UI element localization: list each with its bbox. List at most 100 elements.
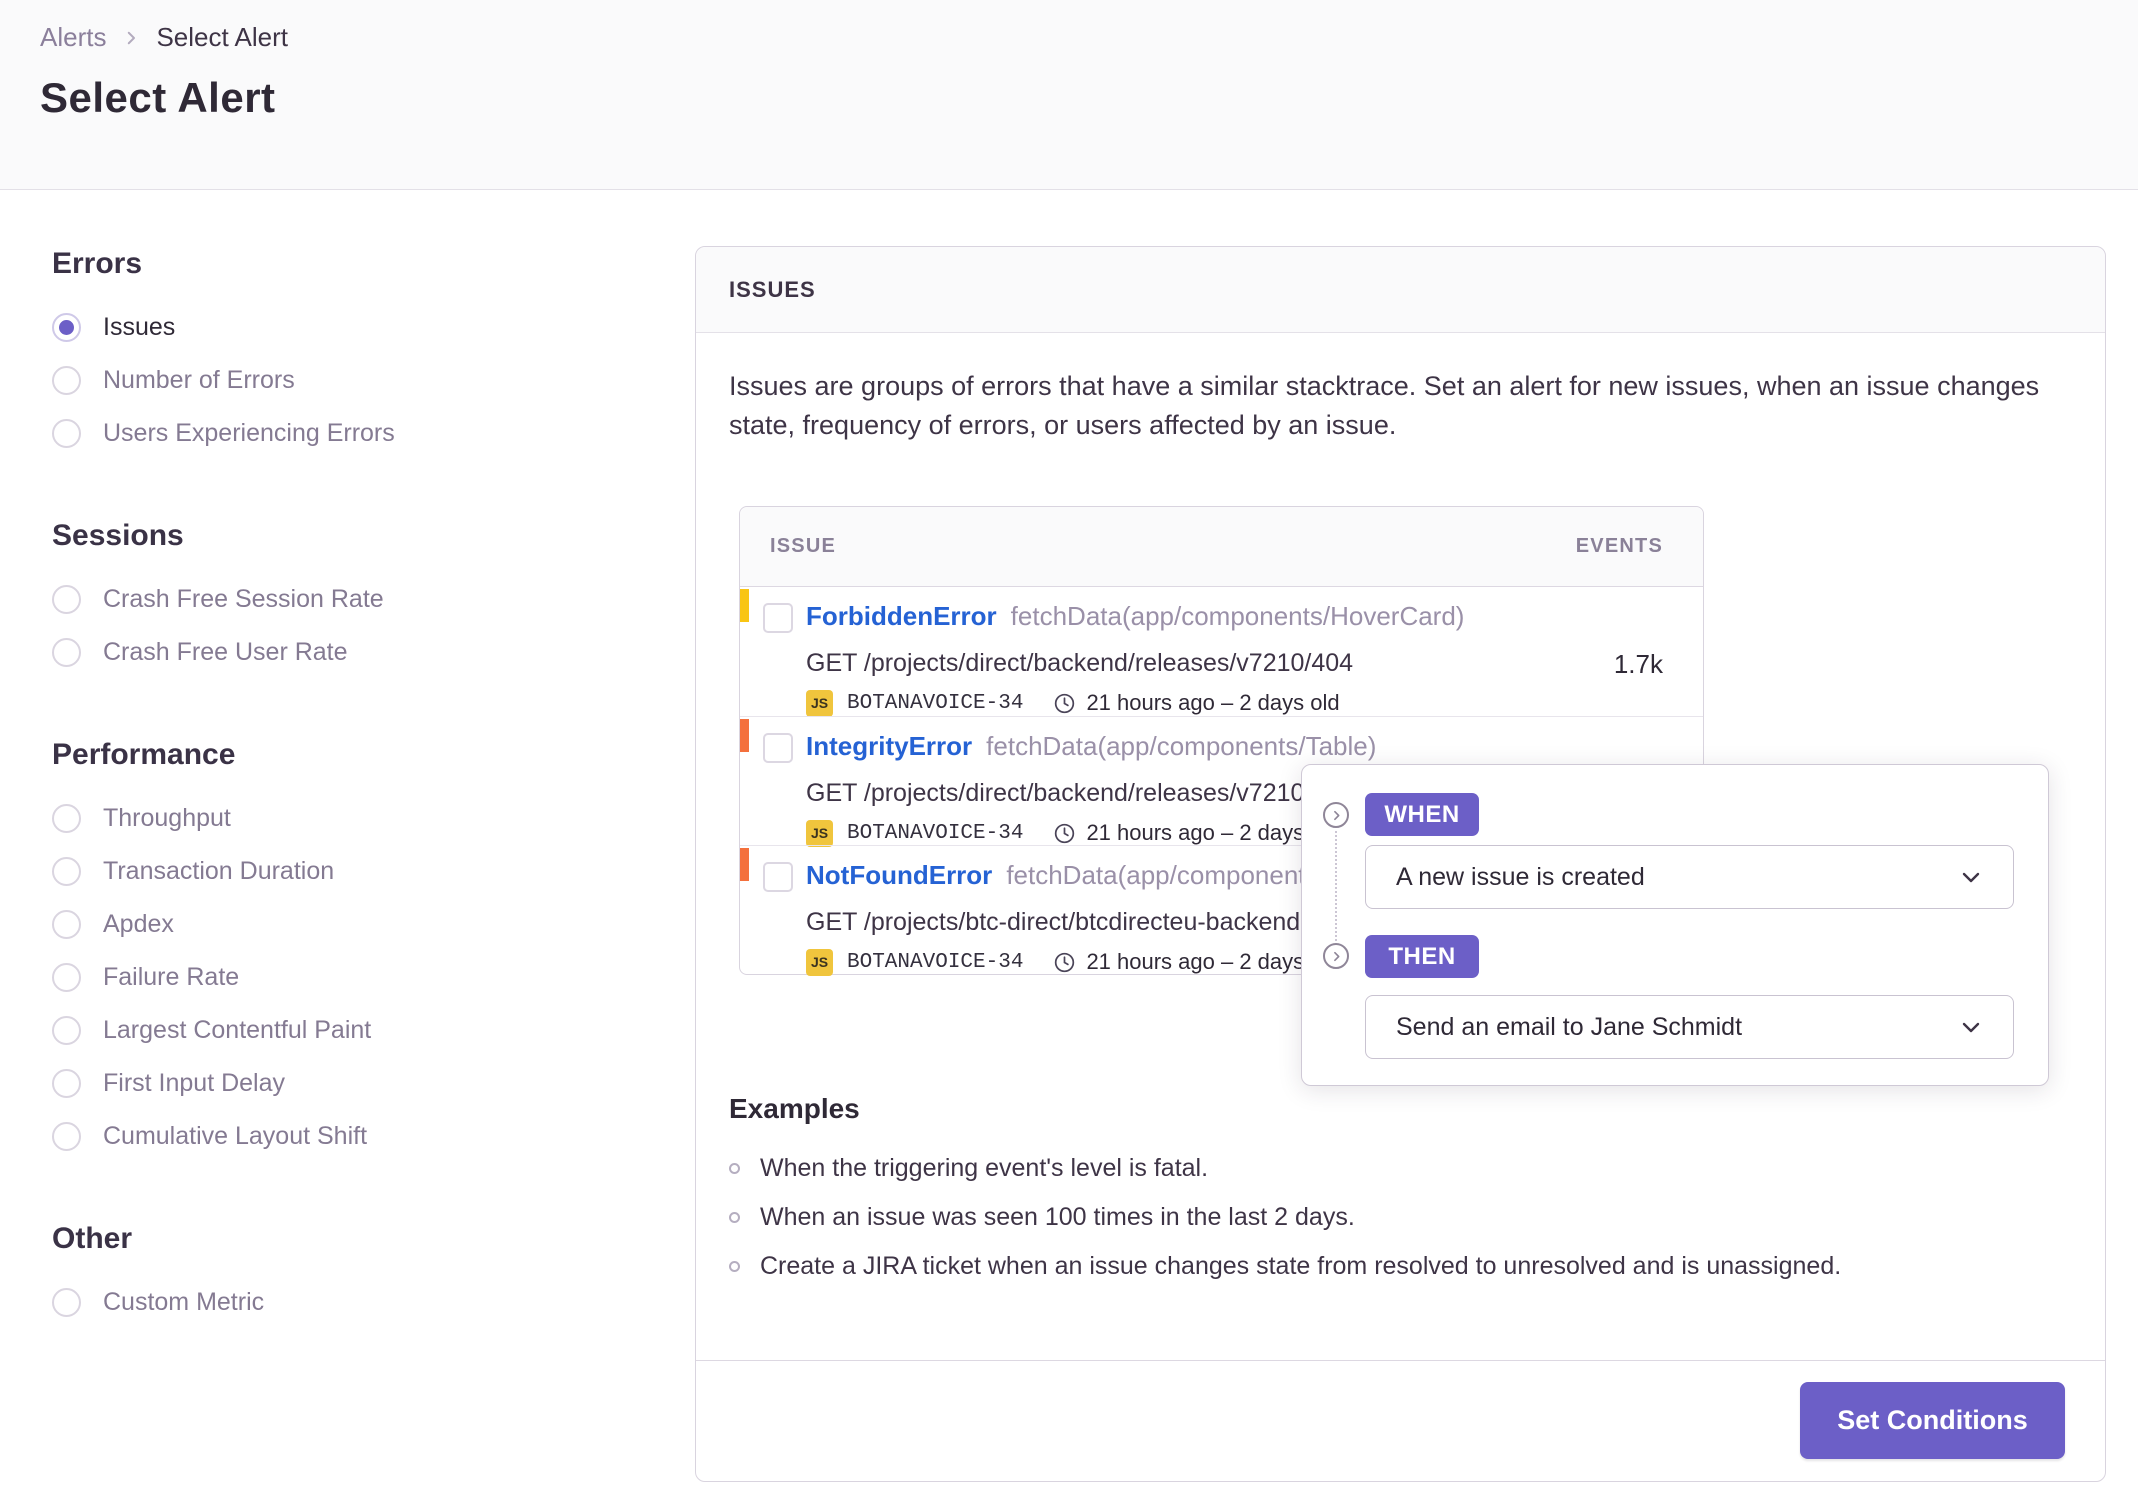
radio-icon[interactable]: [52, 365, 81, 395]
platform-js-badge: JS: [806, 819, 833, 847]
sidebar-item-label: Transaction Duration: [103, 856, 335, 885]
clock-icon: [1053, 951, 1076, 974]
issues-panel: ISSUES Issues are groups of errors that …: [695, 246, 2106, 1482]
sidebar-item-label: Largest Contentful Paint: [103, 1015, 372, 1044]
issue-checkbox[interactable]: [763, 733, 793, 763]
sidebar-item-largest-contentful-paint[interactable]: Largest Contentful Paint: [52, 1013, 632, 1047]
page-header: Alerts Select Alert Select Alert: [0, 0, 2138, 190]
sidebar-item-label: Apdex: [103, 909, 174, 938]
examples-section: Examples When the triggering event's lev…: [729, 1093, 2069, 1298]
column-header-events: EVENTS: [1575, 535, 1663, 557]
sidebar-item-users-experiencing-errors[interactable]: Users Experiencing Errors: [52, 416, 632, 450]
panel-description: Issues are groups of errors that have a …: [729, 371, 2040, 440]
sidebar-item-label: Number of Errors: [103, 365, 295, 394]
issue-checkbox[interactable]: [763, 603, 793, 633]
examples-heading: Examples: [729, 1093, 860, 1124]
then-action-select[interactable]: Send an email to Jane Schmidt: [1365, 995, 2014, 1059]
section-heading: Other: [52, 1222, 133, 1255]
sidebar-item-failure-rate[interactable]: Failure Rate: [52, 960, 632, 994]
table-row: ForbiddenError fetchData(app/components/…: [740, 587, 1703, 717]
issue-request: GET /projects/direct/backend/releases/v7…: [806, 649, 1354, 677]
chevron-right-circle-icon: [1323, 943, 1349, 969]
sidebar-item-transaction-duration[interactable]: Transaction Duration: [52, 854, 632, 888]
sidebar-item-custom-metric[interactable]: Custom Metric: [52, 1285, 632, 1319]
radio-icon[interactable]: [52, 909, 81, 939]
sidebar-section-sessions: Sessions Crash Free Session Rate Crash F…: [52, 518, 632, 669]
sidebar-item-label: Cumulative Layout Shift: [103, 1121, 368, 1150]
radio-icon[interactable]: [52, 856, 81, 886]
radio-icon[interactable]: [52, 1015, 81, 1045]
radio-icon[interactable]: [52, 962, 81, 992]
sidebar-item-apdex[interactable]: Apdex: [52, 907, 632, 941]
platform-js-badge: JS: [806, 689, 833, 717]
when-badge: WHEN: [1365, 793, 1479, 836]
radio-icon[interactable]: [52, 1068, 81, 1098]
issue-link[interactable]: NotFoundError: [806, 860, 992, 891]
sidebar-item-crash-free-session-rate[interactable]: Crash Free Session Rate: [52, 582, 632, 616]
example-text: When the triggering event's level is fat…: [760, 1153, 1209, 1182]
connector-dotted-line: [1335, 831, 1337, 941]
issue-culprit: fetchData(app/components/HoverCard): [1010, 601, 1465, 631]
then-action-value: Send an email to Jane Schmidt: [1396, 1012, 1743, 1041]
issue-short-id: BOTANAVOICE-34: [847, 821, 1024, 845]
sidebar-section-performance: Performance Throughput Transaction Durat…: [52, 737, 632, 1153]
list-item: Create a JIRA ticket when an issue chang…: [729, 1249, 2069, 1283]
example-text: When an issue was seen 100 times in the …: [760, 1202, 1355, 1231]
set-conditions-button[interactable]: Set Conditions: [1800, 1382, 2065, 1459]
sidebar-item-first-input-delay[interactable]: First Input Delay: [52, 1066, 632, 1100]
bullet-icon: [729, 1260, 740, 1272]
section-heading: Errors: [52, 247, 143, 280]
sidebar-item-issues[interactable]: Issues: [52, 310, 632, 344]
bullet-icon: [729, 1211, 740, 1223]
issue-age: 21 hours ago – 2 days old: [1086, 690, 1340, 715]
sidebar-item-label: Crash Free Session Rate: [103, 584, 384, 613]
sidebar-section-errors: Errors Issues Number of Errors Users Exp…: [52, 246, 632, 450]
sidebar-item-label: Issues: [103, 312, 176, 341]
sidebar-item-label: Throughput: [103, 803, 231, 832]
chevron-down-icon: [1959, 865, 1983, 889]
platform-js-badge: JS: [806, 948, 833, 976]
breadcrumb: Alerts Select Alert: [40, 22, 288, 53]
sidebar-item-label: Users Experiencing Errors: [103, 418, 395, 447]
sidebar-section-other: Other Custom Metric: [52, 1221, 632, 1319]
chevron-right-icon: [122, 29, 140, 47]
example-text: Create a JIRA ticket when an issue chang…: [760, 1251, 1842, 1280]
radio-selected-icon[interactable]: [52, 312, 81, 342]
radio-icon[interactable]: [52, 584, 81, 614]
radio-icon[interactable]: [52, 637, 81, 667]
table-header: ISSUE EVENTS: [740, 507, 1703, 587]
then-badge: THEN: [1365, 935, 1479, 978]
list-item: When the triggering event's level is fat…: [729, 1151, 2069, 1185]
sidebar-item-crash-free-user-rate[interactable]: Crash Free User Rate: [52, 635, 632, 669]
when-condition-value: A new issue is created: [1396, 862, 1645, 891]
chevron-down-icon: [1959, 1015, 1983, 1039]
column-header-issue: ISSUE: [770, 535, 837, 557]
radio-icon[interactable]: [52, 1287, 81, 1317]
chevron-right-circle-icon: [1323, 802, 1349, 828]
sidebar-item-label: Failure Rate: [103, 962, 240, 991]
section-heading: Performance: [52, 738, 236, 771]
clock-icon: [1053, 692, 1076, 715]
clock-icon: [1053, 822, 1076, 845]
issue-culprit: fetchData(app/components/: [1006, 860, 1326, 890]
sidebar-item-throughput[interactable]: Throughput: [52, 801, 632, 835]
issue-short-id: BOTANAVOICE-34: [847, 950, 1024, 974]
bullet-icon: [729, 1162, 740, 1174]
issue-checkbox[interactable]: [763, 862, 793, 892]
radio-icon[interactable]: [52, 418, 81, 448]
rule-builder-card: WHEN A new issue is created THEN Send an…: [1301, 764, 2049, 1086]
page-title: Select Alert: [40, 74, 276, 121]
alert-type-sidebar: Errors Issues Number of Errors Users Exp…: [52, 246, 632, 1338]
issue-link[interactable]: ForbiddenError: [806, 601, 997, 632]
panel-title: ISSUES: [729, 276, 816, 302]
radio-icon[interactable]: [52, 1121, 81, 1151]
sidebar-item-number-of-errors[interactable]: Number of Errors: [52, 363, 632, 397]
sidebar-item-cumulative-layout-shift[interactable]: Cumulative Layout Shift: [52, 1119, 632, 1153]
level-indicator: [740, 848, 749, 881]
breadcrumb-current: Select Alert: [156, 22, 288, 52]
when-condition-select[interactable]: A new issue is created: [1365, 845, 2014, 909]
section-heading: Sessions: [52, 519, 184, 552]
breadcrumb-link-alerts[interactable]: Alerts: [40, 22, 106, 53]
issue-link[interactable]: IntegrityError: [806, 731, 972, 762]
radio-icon[interactable]: [52, 803, 81, 833]
